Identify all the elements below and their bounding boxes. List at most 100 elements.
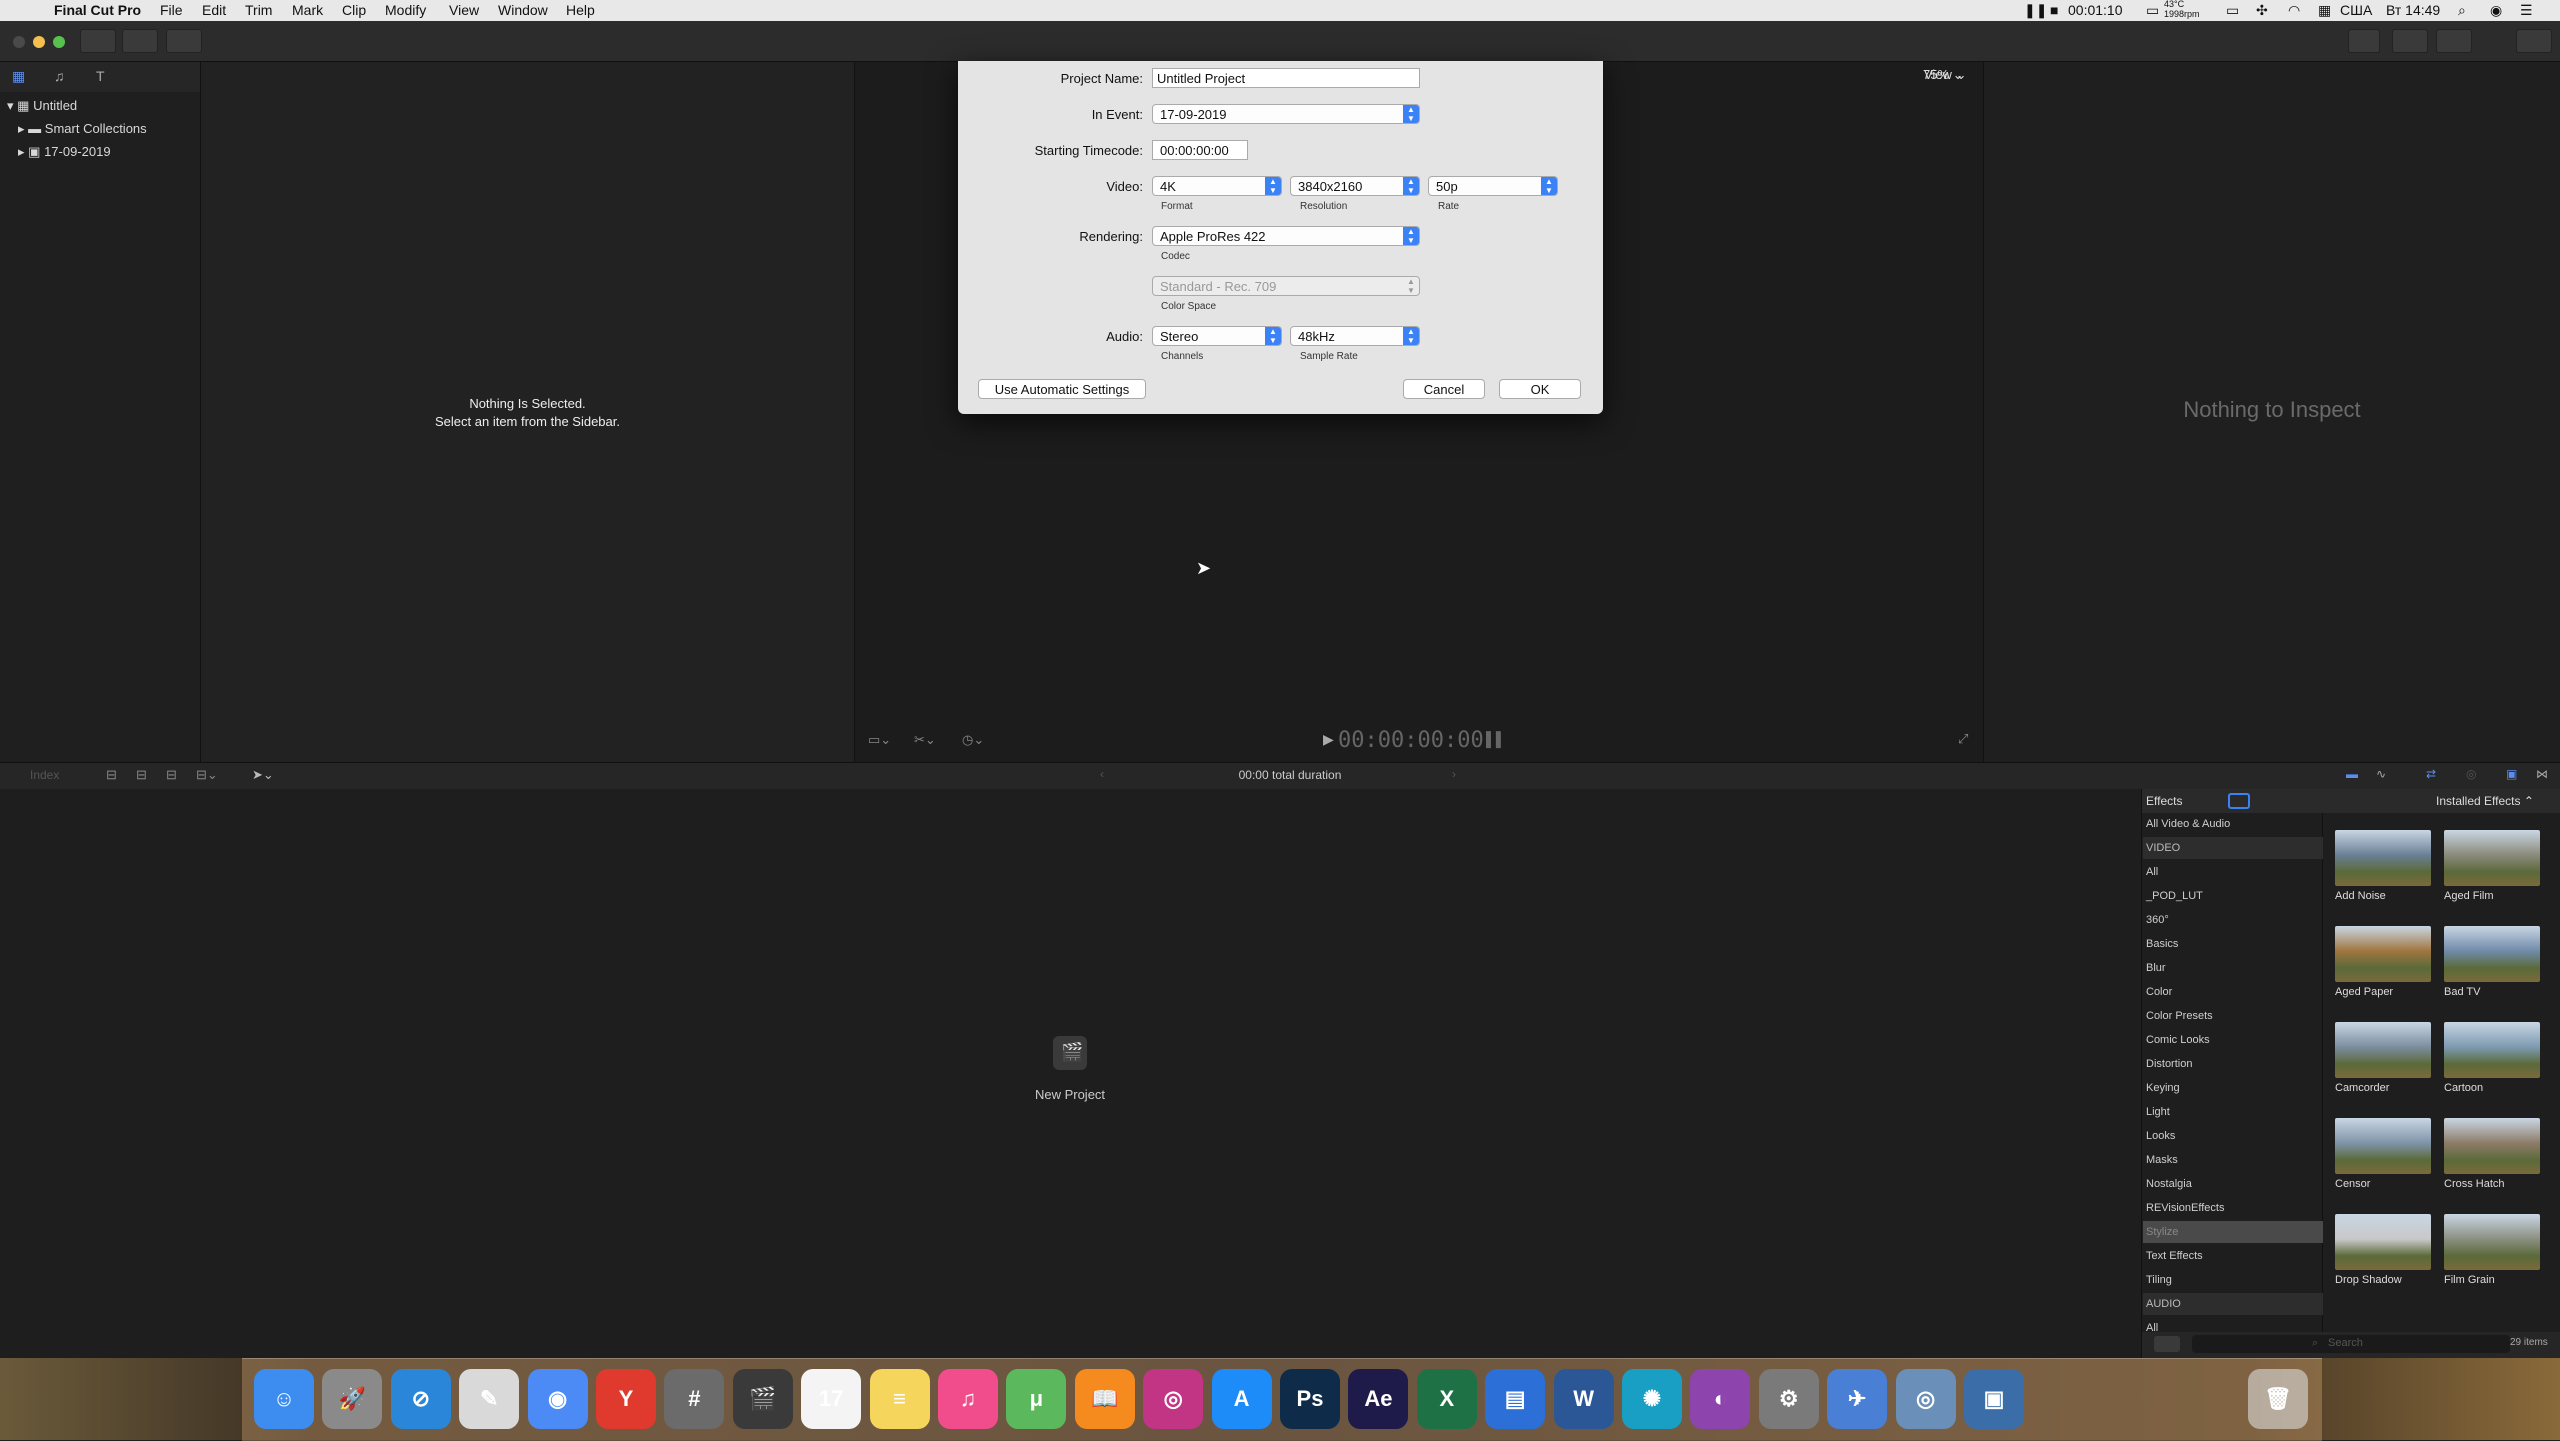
disclosure-open-icon[interactable]: ▾ — [7, 98, 14, 113]
preview-icon[interactable]: ▣ — [1964, 1369, 2024, 1429]
chrome-icon[interactable]: ◉ — [527, 1369, 588, 1429]
final-cut-pro-icon[interactable]: 🎬 — [732, 1369, 793, 1429]
effects-category-item[interactable]: Basics — [2143, 933, 2323, 955]
menu-mark[interactable]: Mark — [292, 2, 323, 18]
ok-button[interactable]: OK — [1499, 379, 1581, 399]
effects-category-item[interactable]: Nostalgia — [2143, 1173, 2323, 1195]
photos-audio-tab-icon[interactable]: ♫ — [54, 68, 65, 84]
video-format-popup[interactable]: 4K ▲ ▼ — [1152, 176, 1282, 196]
effect-thumbnail[interactable] — [2444, 830, 2540, 886]
effects-category-item[interactable]: All — [2143, 1317, 2323, 1339]
effects-category-item[interactable]: Comic Looks — [2143, 1029, 2323, 1051]
clock[interactable]: Вт 14:49 — [2386, 2, 2440, 18]
fullscreen-icon[interactable]: ⤢ — [1958, 731, 1968, 747]
skimming-icon[interactable]: ⇄ — [2426, 767, 2436, 781]
effect-thumbnail[interactable] — [2335, 1022, 2431, 1078]
zoom-window-button[interactable] — [53, 36, 65, 48]
battery-status-icon[interactable]: ▭ — [2146, 2, 2159, 19]
show-inspector-button[interactable] — [2436, 29, 2472, 53]
spotlight-icon[interactable]: ⌕ — [2458, 2, 2466, 19]
transform-tools-icon[interactable]: ✂⌄ — [914, 732, 936, 748]
yandex-icon[interactable]: Y — [596, 1369, 656, 1429]
library-row[interactable]: ▾ ▦ Untitled — [7, 98, 77, 114]
effects-sidebar-toggle-icon[interactable] — [2228, 793, 2250, 809]
menu-edit[interactable]: Edit — [202, 2, 226, 18]
wifi-icon[interactable]: ◠ — [2288, 2, 2300, 19]
effects-category-item[interactable]: Tiling — [2143, 1269, 2323, 1291]
clip-appearance-icon[interactable]: ▬ — [2346, 767, 2358, 781]
effects-category-item[interactable]: Masks — [2143, 1149, 2323, 1171]
sample-rate-popup[interactable]: 48kHz ▲ ▼ — [1290, 326, 1420, 346]
effects-category-item[interactable]: REVisionEffects — [2143, 1197, 2323, 1219]
effects-category-item[interactable]: Looks — [2143, 1125, 2323, 1147]
effect-thumbnail[interactable] — [2335, 830, 2431, 886]
itunes-icon[interactable]: ♫ — [938, 1369, 998, 1429]
effects-category-item[interactable]: All — [2143, 861, 2323, 883]
effect-thumbnail[interactable] — [2444, 1022, 2540, 1078]
input-language[interactable]: США — [2340, 2, 2372, 18]
codec-popup[interactable]: Apple ProRes 422 ▲ ▼ — [1152, 226, 1420, 246]
effects-category-item[interactable]: Color — [2143, 981, 2323, 1003]
menu-modify[interactable]: Modify — [385, 2, 426, 18]
color-space-popup[interactable]: Standard - Rec. 709 ▲ ▼ — [1152, 276, 1420, 296]
effects-category-item[interactable]: Distortion — [2143, 1053, 2323, 1075]
keywords-button[interactable] — [122, 29, 158, 53]
audio-waveform-icon[interactable]: ∿ — [2376, 767, 2386, 781]
effect-thumbnail[interactable] — [2335, 1214, 2431, 1270]
keynote-icon[interactable]: ▤ — [1485, 1369, 1546, 1429]
new-project-label[interactable]: New Project — [0, 1087, 2140, 1102]
timeline-forward-icon[interactable]: › — [1452, 767, 1456, 781]
effect-thumbnail[interactable] — [2335, 926, 2431, 982]
trash-icon[interactable]: 🗑 — [2248, 1369, 2308, 1429]
effect-thumbnail[interactable] — [2335, 1118, 2431, 1174]
system-preferences-icon[interactable]: ⚙ — [1758, 1369, 1819, 1429]
effect-thumbnail[interactable] — [2444, 1214, 2540, 1270]
effects-category-item[interactable]: 360° — [2143, 909, 2323, 931]
installed-effects-menu[interactable]: Installed Effects ⌃ — [2436, 794, 2534, 808]
excel-icon[interactable]: X — [1416, 1369, 1477, 1429]
airplay-icon[interactable]: ▭ — [2226, 2, 2239, 19]
effects-category-item[interactable]: Light — [2143, 1101, 2323, 1123]
after-effects-icon[interactable]: Ae — [1348, 1369, 1409, 1429]
stop-icon[interactable]: ■ — [2050, 2, 2058, 18]
disclosure-closed-icon[interactable]: ▸ — [18, 121, 25, 136]
use-automatic-settings-button[interactable]: Use Automatic Settings — [978, 379, 1146, 399]
viewer-options-icon[interactable]: ▭⌄ — [868, 732, 891, 748]
in-event-popup[interactable]: 17-09-2019 ▲ ▼ — [1152, 104, 1420, 124]
effects-category-item[interactable]: _POD_LUT — [2143, 885, 2323, 907]
clipboard-icon[interactable]: ✈ — [1827, 1369, 1888, 1429]
menu-help[interactable]: Help — [566, 2, 595, 18]
calendar-icon[interactable]: 17 — [801, 1369, 862, 1429]
app-store-icon[interactable]: A — [1211, 1369, 1272, 1429]
effects-category-item[interactable]: Blur — [2143, 957, 2323, 979]
screenshot-icon[interactable]: ◎ — [1895, 1369, 1956, 1429]
audio-channels-popup[interactable]: Stereo ▲ ▼ — [1152, 326, 1282, 346]
solo-icon[interactable]: ◎ — [2466, 767, 2476, 781]
effects-category-item[interactable]: All Video & Audio — [2143, 813, 2323, 835]
calculator-icon[interactable]: # — [664, 1369, 725, 1429]
titles-generators-tab-icon[interactable]: T — [96, 68, 105, 84]
import-button[interactable] — [80, 29, 116, 53]
notification-center-icon[interactable]: ☰ — [2520, 2, 2533, 19]
utorrent-icon[interactable]: μ — [1006, 1369, 1067, 1429]
disclosure-closed-icon[interactable]: ▸ — [18, 144, 25, 159]
effects-category-item[interactable]: Stylize — [2143, 1221, 2323, 1243]
sidebar-item-smart-collections[interactable]: ▸ ▬ Smart Collections — [18, 121, 147, 137]
starting-timecode-field[interactable]: 00:00:00:00 — [1152, 140, 1248, 160]
effect-thumbnail[interactable] — [2444, 1118, 2540, 1174]
effects-category-item[interactable]: Text Effects — [2143, 1245, 2323, 1267]
network-icon[interactable]: ✣ — [2256, 2, 2268, 19]
safari-icon[interactable]: ⊘ — [390, 1369, 451, 1429]
pause-icon[interactable]: ❚❚ — [2024, 2, 2047, 19]
launchpad-icon[interactable]: 🚀 — [322, 1369, 383, 1429]
user-avatar-icon[interactable]: ◉ — [2490, 2, 2502, 19]
word-icon[interactable]: W — [1553, 1369, 1614, 1429]
retime-icon[interactable]: ◷⌄ — [962, 732, 984, 748]
instagram-icon[interactable]: ◎ — [1143, 1369, 1204, 1429]
background-tasks-button[interactable] — [166, 29, 202, 53]
frame-rate-popup[interactable]: 50p ▲ ▼ — [1428, 176, 1558, 196]
resolution-popup[interactable]: 3840x2160 ▲ ▼ — [1290, 176, 1420, 196]
effect-thumbnail[interactable] — [2444, 926, 2540, 982]
menu-clip[interactable]: Clip — [342, 2, 366, 18]
viewer-view-menu[interactable]: View ⌄ — [1924, 67, 1966, 83]
